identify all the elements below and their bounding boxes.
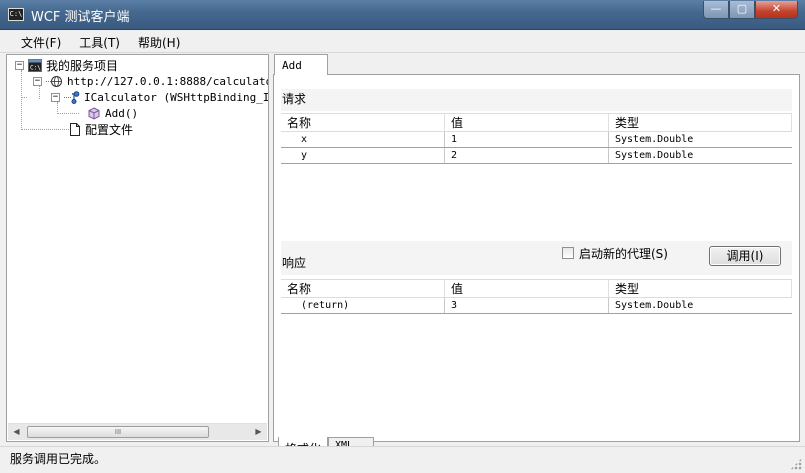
column-type: 类型 (609, 114, 792, 131)
tree-operation-label: Add() (105, 106, 139, 120)
tree-root-label: 我的服务项目 (46, 58, 119, 73)
status-bar: 服务调用已完成。 (0, 446, 805, 473)
close-button[interactable]: ✕ (755, 1, 798, 19)
collapse-icon[interactable]: − (51, 92, 60, 102)
minimize-button[interactable]: — (703, 1, 729, 19)
tree-node-config[interactable]: 配置文件 (69, 121, 133, 137)
interface-icon (64, 90, 80, 104)
title-bar: C:\ WCF 测试客户端 — ▢ ✕ (0, 0, 805, 30)
tree-endpoint-label: http://127.0.0.1:8888/calculators (67, 74, 269, 88)
tree-line (57, 113, 79, 114)
collapse-icon[interactable]: − (15, 60, 24, 70)
invoke-button[interactable]: 调用(I) (709, 246, 781, 266)
scroll-right-icon[interactable]: ▶ (250, 424, 267, 440)
operation-panel: Add 请求 名称 值 类型 x 1 System.Double y 2 Sys… (273, 54, 800, 459)
menu-file[interactable]: 文件(F) (12, 30, 70, 52)
window-title: WCF 测试客户端 (31, 10, 130, 25)
table-row[interactable]: x 1 System.Double (281, 132, 792, 148)
tab-content: 请求 名称 值 类型 x 1 System.Double y 2 System.… (273, 74, 800, 459)
result-name: (return) (281, 298, 445, 313)
response-grid-header: 名称 值 类型 (281, 280, 792, 298)
scroll-thumb[interactable]: III (27, 426, 209, 438)
tree-horizontal-scrollbar[interactable]: ◀ III ▶ (8, 423, 267, 440)
app-icon: C:\ (8, 8, 24, 21)
resize-grip-icon[interactable] (790, 458, 802, 470)
tree-node-endpoint[interactable]: − http://127.0.0.1:8888/calculators (33, 73, 269, 89)
table-row[interactable]: y 2 System.Double (281, 148, 792, 164)
column-name: 名称 (281, 280, 445, 297)
menu-tools[interactable]: 工具(T) (70, 30, 129, 52)
tree-line (21, 70, 22, 130)
globe-icon (46, 75, 63, 88)
status-text: 服务调用已完成。 (10, 452, 107, 466)
tab-add[interactable]: Add (274, 54, 328, 75)
tree-node-root[interactable]: − C:\ 我的服务项目 (15, 57, 118, 73)
window-right-edge (800, 54, 805, 446)
result-type: System.Double (615, 300, 694, 311)
param-name: x (281, 132, 445, 147)
scroll-left-icon[interactable]: ◀ (8, 424, 25, 440)
param-type: System.Double (615, 150, 694, 161)
new-proxy-label[interactable]: 启动新的代理(S) (579, 245, 668, 262)
console-app-icon: C:\ (28, 58, 42, 72)
svg-text:C:\: C:\ (30, 64, 41, 71)
result-value: 3 (445, 298, 609, 313)
param-type: System.Double (615, 134, 694, 145)
request-grid[interactable]: 名称 值 类型 x 1 System.Double y 2 System.Dou… (281, 113, 792, 164)
tree-contract-label: ICalculator (WSHttpBinding_ICalculator) (84, 90, 269, 104)
table-row[interactable]: (return) 3 System.Double (281, 298, 792, 314)
column-name: 名称 (281, 114, 445, 131)
menu-bar: 文件(F) 工具(T) 帮助(H) (0, 30, 805, 53)
tree-line (21, 97, 27, 98)
new-proxy-checkbox[interactable] (562, 247, 574, 259)
request-header-band (281, 89, 792, 111)
tree-node-contract[interactable]: − ICalculator (WSHttpBinding_ICalculator… (51, 89, 269, 105)
file-icon (69, 122, 81, 136)
method-cube-icon (87, 106, 101, 120)
param-value-input[interactable]: 1 (445, 132, 609, 147)
tree-config-label: 配置文件 (85, 122, 134, 137)
collapse-icon[interactable]: − (33, 76, 42, 86)
param-value-input[interactable]: 2 (445, 148, 609, 163)
response-grid[interactable]: 名称 值 类型 (return) 3 System.Double (281, 279, 792, 314)
menu-help[interactable]: 帮助(H) (129, 30, 189, 52)
tree-line (21, 129, 69, 130)
maximize-button[interactable]: ▢ (729, 1, 755, 19)
request-grid-header: 名称 值 类型 (281, 114, 792, 132)
param-name: y (281, 148, 445, 163)
column-type: 类型 (609, 280, 792, 297)
column-value: 值 (445, 280, 609, 297)
column-value: 值 (445, 114, 609, 131)
request-label: 请求 (282, 92, 307, 106)
service-tree[interactable]: − C:\ 我的服务项目 − http://127.0.0.1:8888/cal… (6, 54, 269, 442)
response-label: 响应 (282, 256, 307, 270)
window-controls: — ▢ ✕ (703, 1, 798, 19)
tree-node-operation[interactable]: Add() (87, 105, 138, 121)
